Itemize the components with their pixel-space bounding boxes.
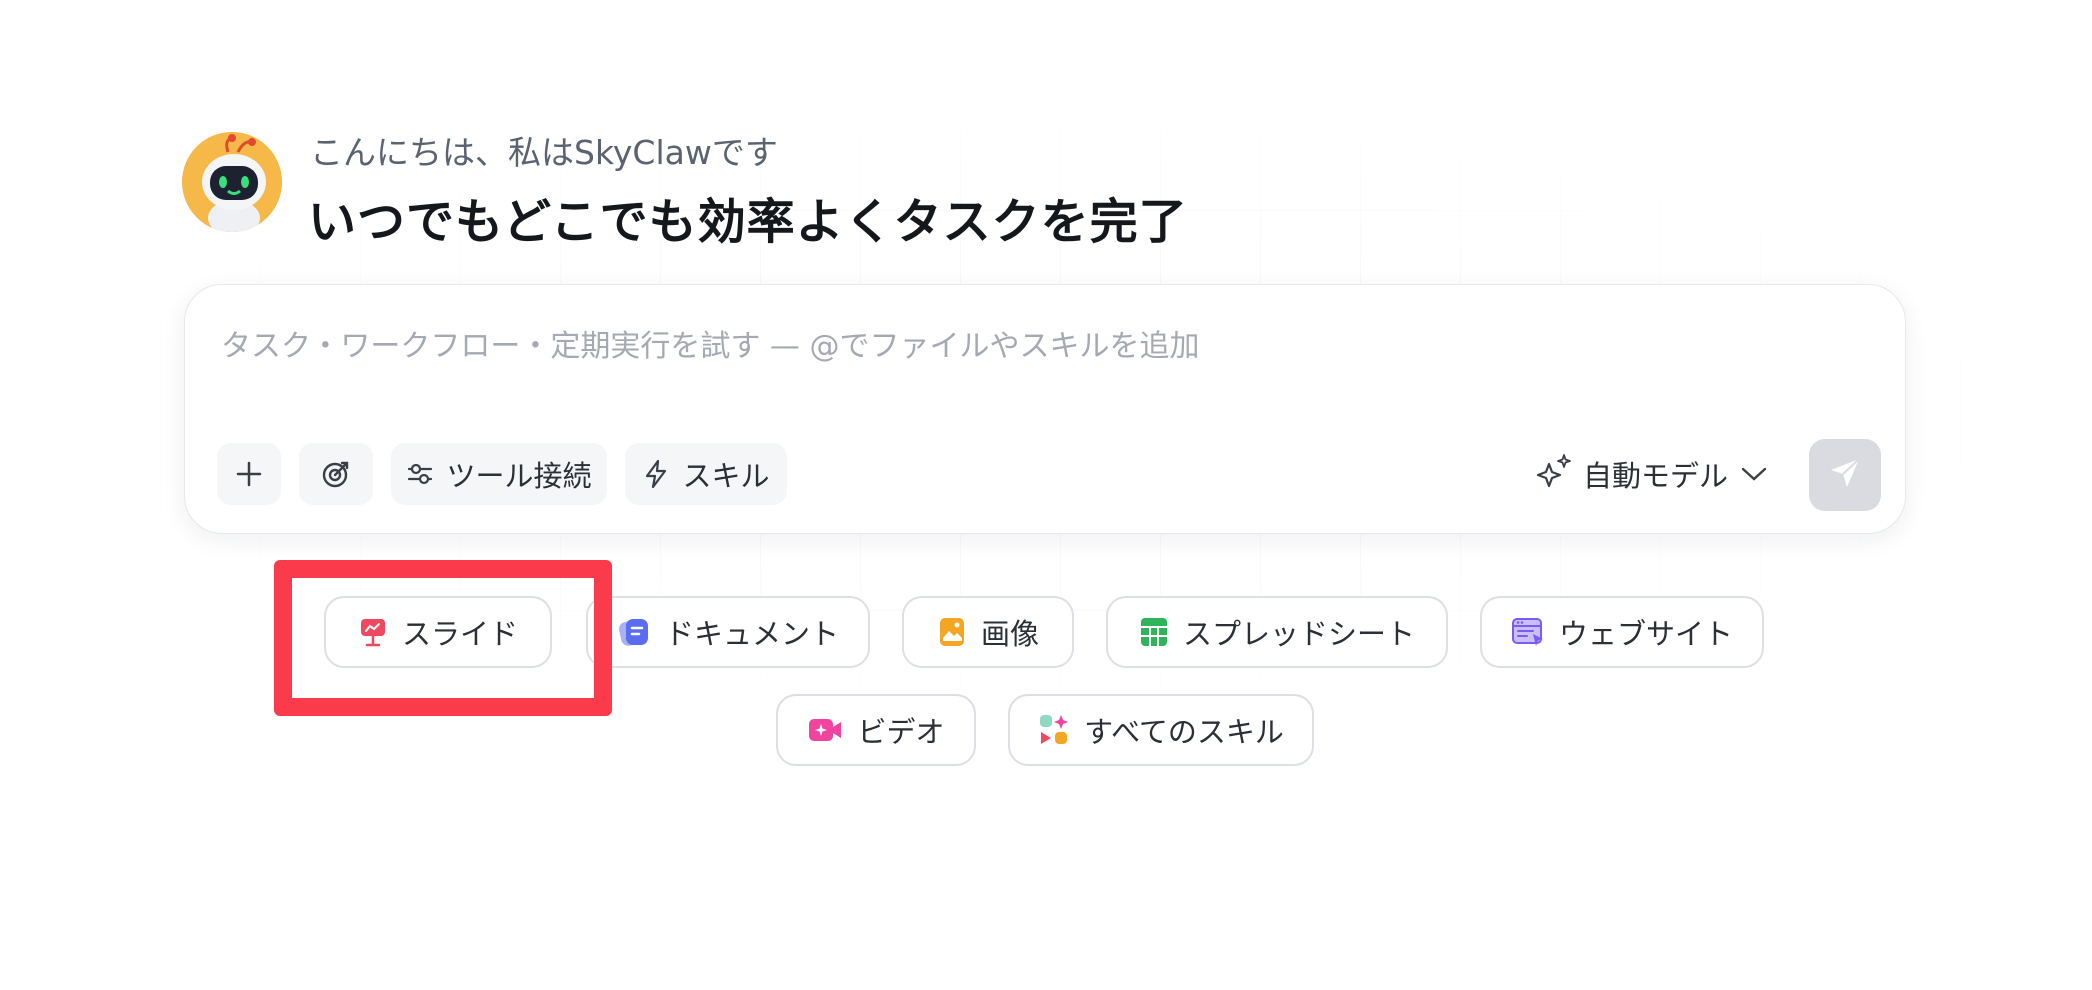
chip-website[interactable]: ウェブサイト <box>1480 596 1764 668</box>
greeting-subtitle: こんにちは、私はSkyClawです <box>310 133 778 172</box>
sparkle-icon <box>1535 452 1573 497</box>
skyclaw-avatar <box>182 132 282 232</box>
chip-images-label: 画像 <box>980 617 1039 651</box>
video-camera-icon <box>807 715 843 745</box>
skill-label: スキル <box>682 459 770 493</box>
task-composer: ツール接続 スキル 自動モデル <box>184 284 1906 534</box>
task-input[interactable] <box>219 315 1863 377</box>
plus-icon <box>234 459 264 489</box>
target-button[interactable] <box>299 443 373 505</box>
lightning-icon <box>642 459 670 489</box>
add-button[interactable] <box>217 443 281 505</box>
skill-button[interactable]: スキル <box>625 443 787 505</box>
greeting-title: いつでもどこでも効率よくタスクを完了 <box>308 194 1188 250</box>
chip-documents[interactable]: ドキュメント <box>586 596 870 668</box>
target-icon <box>320 458 352 490</box>
image-icon <box>937 616 967 648</box>
page: こんにちは、私はSkyClawです いつでもどこでも効率よくタスクを完了 タスク… <box>0 0 2092 990</box>
browser-window-icon <box>1511 616 1545 648</box>
paper-plane-icon <box>1827 455 1863 495</box>
chip-slides[interactable]: スライド <box>324 596 552 668</box>
document-icon <box>617 615 651 649</box>
chip-video-label: ビデオ <box>857 715 945 749</box>
chip-video[interactable]: ビデオ <box>776 694 976 766</box>
skills-grid-icon <box>1038 713 1070 747</box>
spreadsheet-icon <box>1139 616 1169 648</box>
presentation-icon <box>358 616 388 648</box>
chip-all-skills[interactable]: すべてのスキル <box>1008 694 1314 766</box>
chip-spreadsheet-label: スプレッドシート <box>1182 617 1415 651</box>
chip-images[interactable]: 画像 <box>902 596 1074 668</box>
chip-spreadsheet[interactable]: スプレッドシート <box>1106 596 1448 668</box>
tool-connect-button[interactable]: ツール接続 <box>391 443 607 505</box>
chip-all-skills-label: すべてのスキル <box>1084 715 1284 749</box>
chip-documents-label: ドキュメント <box>664 617 839 651</box>
chip-website-label: ウェブサイト <box>1558 617 1733 651</box>
chevron-down-icon <box>1740 457 1768 491</box>
chip-slides-label: スライド <box>401 617 518 651</box>
sliders-icon <box>406 460 434 488</box>
send-button[interactable] <box>1809 439 1881 511</box>
tool-connect-label: ツール接続 <box>446 459 592 493</box>
model-selector[interactable]: 自動モデル <box>1535 443 1768 505</box>
model-label: 自動モデル <box>1583 459 1729 493</box>
